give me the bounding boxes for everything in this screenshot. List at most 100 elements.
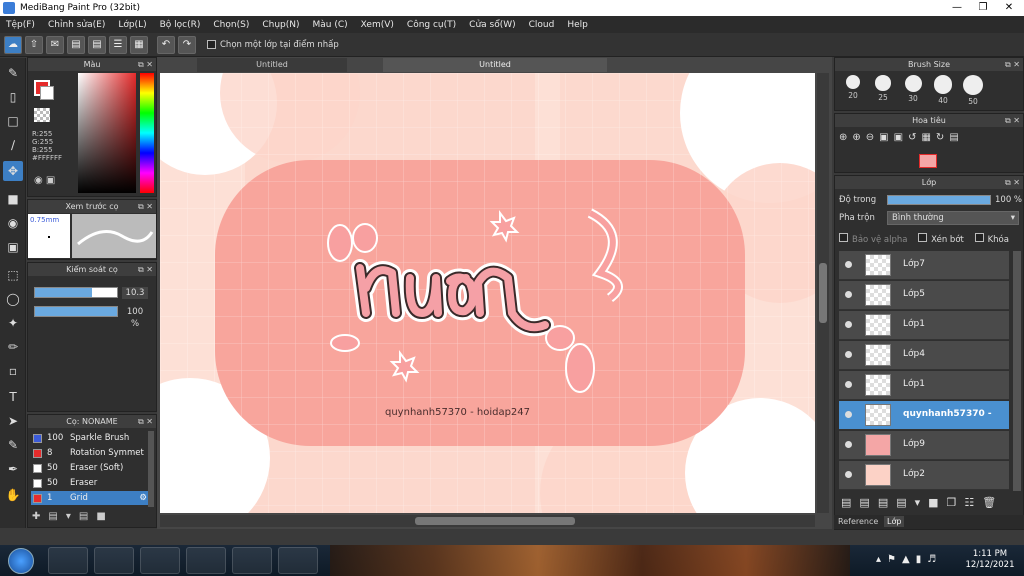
visibility-icon[interactable] bbox=[845, 411, 852, 418]
brush-list-item[interactable]: 50 Eraser (Soft) bbox=[31, 461, 151, 475]
fill-rect-tool-icon[interactable]: ■ bbox=[3, 189, 23, 209]
menu-file[interactable]: Tệp(F) bbox=[6, 20, 35, 30]
divide-tool-icon[interactable]: ✎ bbox=[3, 435, 23, 455]
new-layer-icon[interactable]: ▤ bbox=[841, 496, 859, 509]
layer-opacity-slider[interactable] bbox=[887, 195, 991, 205]
select-eraser-tool-icon[interactable]: ▫ bbox=[3, 361, 23, 381]
brush-size-preset[interactable]: 20 bbox=[839, 73, 867, 109]
horizontal-scrollbar[interactable] bbox=[160, 515, 815, 527]
layer-row[interactable]: Lớp5 bbox=[839, 281, 1009, 310]
brush-size-preset[interactable]: 25 bbox=[869, 73, 897, 109]
rotate-right-icon[interactable]: ↻ bbox=[936, 132, 949, 143]
new-halftone-layer-icon[interactable]: ▤ bbox=[878, 496, 896, 509]
layer-row[interactable]: Lớp1 bbox=[839, 311, 1009, 340]
menu-snap[interactable]: Chụp(N) bbox=[262, 20, 299, 30]
brush-options-icon[interactable]: ▾ bbox=[66, 511, 79, 522]
signal-icon[interactable]: ▮ bbox=[916, 554, 928, 565]
menu-view[interactable]: Xem(V) bbox=[361, 20, 394, 30]
bucket-tool-icon[interactable]: ◉ bbox=[3, 213, 23, 233]
brush-tool-icon[interactable]: ✎ bbox=[3, 63, 23, 83]
visibility-icon[interactable] bbox=[845, 291, 852, 298]
flip-icon[interactable]: ▦ bbox=[921, 132, 935, 143]
menu-window[interactable]: Cửa sổ(W) bbox=[469, 20, 515, 30]
blend-mode-select[interactable]: Bình thường ▾ bbox=[887, 211, 1019, 225]
operation-tool-icon[interactable]: ➤ bbox=[3, 411, 23, 431]
explorer-icon[interactable] bbox=[94, 547, 134, 574]
eraser-tool-icon[interactable]: ▯ bbox=[3, 87, 23, 107]
menu-select[interactable]: Chọn(S) bbox=[213, 20, 249, 30]
zoom-out-icon[interactable]: ⊖ bbox=[866, 132, 879, 143]
list-icon[interactable]: ☰ bbox=[109, 35, 127, 54]
tab-layer[interactable]: Lớp bbox=[884, 516, 905, 527]
clock[interactable]: 1:11 PM 12/12/2021 bbox=[962, 549, 1018, 571]
folder-icon[interactable]: ■ bbox=[928, 496, 946, 509]
close-button[interactable]: ✕ bbox=[996, 0, 1022, 16]
duplicate-layer-icon[interactable]: ❐ bbox=[947, 496, 965, 509]
menu-tools[interactable]: Công cụ(T) bbox=[407, 20, 456, 30]
layer-row[interactable]: Lớp9 bbox=[839, 431, 1009, 460]
line-tool-icon[interactable]: ∕ bbox=[3, 135, 23, 155]
menu-layer[interactable]: Lớp(L) bbox=[118, 20, 146, 30]
drawing-canvas[interactable]: quynhanh57370 - hoidap247 bbox=[160, 73, 815, 513]
layer-row[interactable]: Lớp7 bbox=[839, 251, 1009, 280]
saturation-value-picker[interactable] bbox=[78, 73, 136, 193]
tray-arrow-icon[interactable]: ▴ bbox=[876, 554, 887, 565]
move-tool-icon[interactable]: ✥ bbox=[3, 161, 23, 181]
add-brush-icon[interactable]: ✚ bbox=[32, 511, 48, 522]
select-layer-checkbox[interactable] bbox=[207, 40, 216, 49]
redo-icon[interactable]: ↷ bbox=[178, 35, 196, 54]
brush-list-item[interactable]: 100 Sparkle Brush bbox=[31, 431, 151, 445]
document-icon[interactable]: ▤ bbox=[88, 35, 106, 54]
page-icon[interactable]: ▤ bbox=[67, 35, 85, 54]
layer-row[interactable]: quynhanh57370 - bbox=[839, 401, 1009, 430]
brush-list-item[interactable]: 8 Rotation Symmet bbox=[31, 446, 151, 460]
maximize-button[interactable]: ❐ bbox=[970, 0, 996, 16]
brush-size-slider[interactable] bbox=[34, 287, 118, 298]
transparent-swatch[interactable] bbox=[34, 108, 50, 122]
doc-tab-1[interactable]: Untitled bbox=[197, 58, 347, 72]
visibility-icon[interactable] bbox=[845, 351, 852, 358]
menu-edit[interactable]: Chỉnh sửa(E) bbox=[48, 20, 105, 30]
magic-wand-tool-icon[interactable]: ✦ bbox=[3, 313, 23, 333]
brush-size-value[interactable]: 10.3 bbox=[122, 287, 148, 299]
flag-icon[interactable]: ⚑ bbox=[887, 554, 902, 565]
navigator-thumbnail[interactable] bbox=[919, 154, 937, 168]
minimize-button[interactable]: — bbox=[944, 0, 970, 16]
menu-color[interactable]: Màu (C) bbox=[313, 20, 348, 30]
brush-opacity-slider[interactable] bbox=[34, 306, 118, 317]
visibility-icon[interactable] bbox=[845, 381, 852, 388]
lock-checkbox[interactable] bbox=[974, 233, 984, 242]
new-layer-options-icon[interactable]: ▤▾ bbox=[896, 496, 928, 509]
gradient-tool-icon[interactable]: ▣ bbox=[3, 237, 23, 257]
merge-layer-icon[interactable]: ☷ bbox=[964, 496, 982, 509]
visibility-icon[interactable] bbox=[845, 261, 852, 268]
brush-size-preset[interactable]: 40 bbox=[929, 73, 957, 109]
brush-folder-icon[interactable]: ■ bbox=[96, 511, 113, 522]
media-player-icon[interactable] bbox=[140, 547, 180, 574]
menu-help[interactable]: Help bbox=[567, 20, 588, 30]
cloud-icon[interactable]: ☁ bbox=[4, 35, 22, 54]
brush-settings-icon[interactable]: ⚙ bbox=[139, 491, 147, 505]
hand-tool-icon[interactable]: ✋ bbox=[3, 485, 23, 505]
layer-row[interactable]: Lớp1 bbox=[839, 371, 1009, 400]
visibility-icon[interactable] bbox=[845, 321, 852, 328]
volume-icon[interactable]: ♬ bbox=[927, 554, 942, 565]
paint-app-icon[interactable] bbox=[232, 547, 272, 574]
vertical-scrollbar[interactable] bbox=[817, 73, 829, 513]
brush-list-scrollbar[interactable] bbox=[148, 431, 154, 507]
actual-size-icon[interactable]: ▣ bbox=[894, 132, 908, 143]
menu-cloud[interactable]: Cloud bbox=[529, 20, 555, 30]
doc-tab-2[interactable]: Untitled bbox=[383, 58, 607, 72]
protect-alpha-checkbox[interactable] bbox=[839, 233, 848, 242]
copy-brush-icon[interactable]: ▤ bbox=[79, 511, 96, 522]
delete-layer-icon[interactable]: 🗑 bbox=[982, 496, 1004, 509]
menu-filter[interactable]: Bộ lọc(R) bbox=[160, 20, 201, 30]
new-color-layer-icon[interactable]: ▤ bbox=[859, 496, 877, 509]
layer-list-scrollbar[interactable] bbox=[1013, 251, 1021, 491]
new-brush-icon[interactable]: ▤ bbox=[48, 511, 65, 522]
eyedropper-tool-icon[interactable]: ✒ bbox=[3, 459, 23, 479]
brush-list-item[interactable]: 1 Grid ⚙ bbox=[31, 491, 151, 505]
reset-icon[interactable]: ▤ bbox=[949, 132, 963, 143]
opera-icon[interactable] bbox=[278, 547, 318, 574]
brush-list-item[interactable]: 50 Eraser bbox=[31, 476, 151, 490]
